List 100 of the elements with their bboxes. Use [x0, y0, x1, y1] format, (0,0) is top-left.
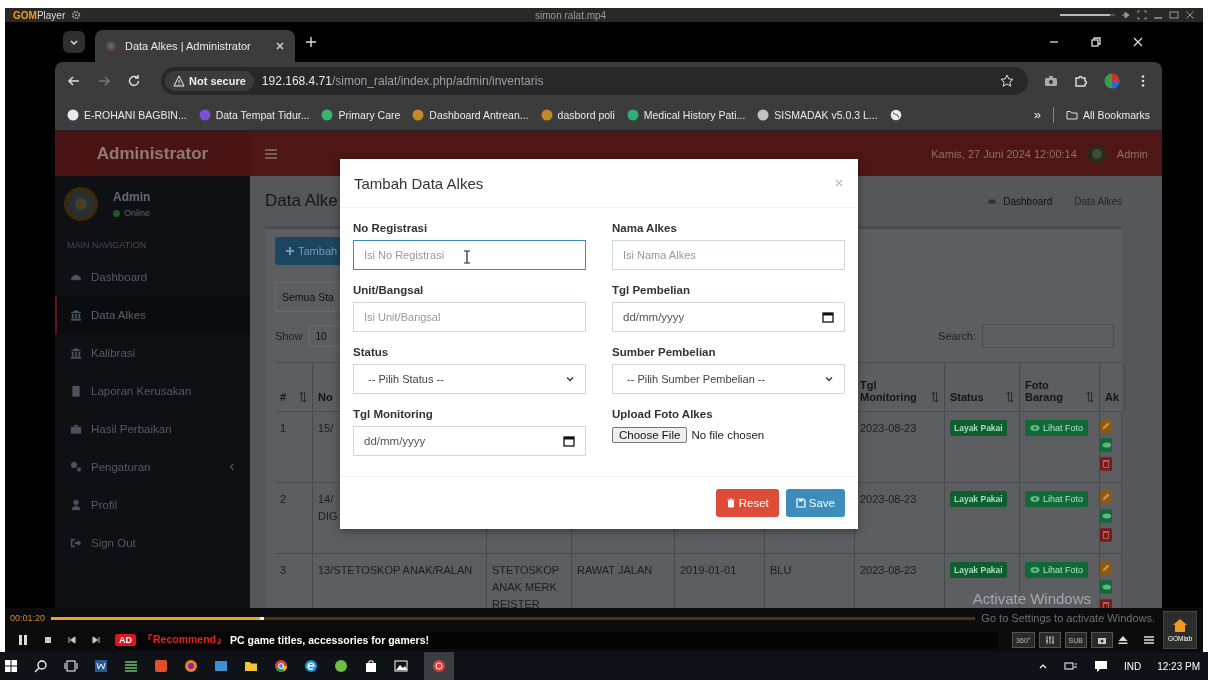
player-task-button[interactable] [424, 652, 454, 680]
star-icon[interactable] [1000, 73, 1014, 88]
nav-item[interactable]: Dashboard [55, 258, 250, 296]
security-badge[interactable]: Not secure [165, 70, 254, 91]
nav-item[interactable]: Profil [55, 486, 250, 524]
store-icon[interactable] [364, 659, 378, 673]
menu-icon[interactable] [1143, 634, 1155, 646]
column-header[interactable]: Foto Barang [1025, 379, 1086, 403]
folder-icon[interactable] [244, 659, 258, 673]
previous-icon[interactable] [67, 635, 77, 645]
camera-icon[interactable] [1044, 73, 1058, 88]
back-icon[interactable] [67, 73, 81, 88]
app-icon[interactable] [334, 659, 348, 673]
date-input[interactable]: dd/mm/yyyy [353, 426, 586, 456]
column-header[interactable]: # [280, 391, 287, 403]
column-header[interactable]: Ak [1105, 391, 1120, 403]
network-icon[interactable] [1063, 659, 1078, 673]
chrome-icon[interactable] [274, 659, 288, 673]
bookmark-item[interactable]: Data Tempat Tidur... [198, 108, 310, 121]
view-photo-button[interactable]: Lihat Foto [1025, 562, 1089, 578]
stop-icon[interactable] [43, 635, 53, 645]
column-header[interactable]: Tgl Monitoring [860, 379, 931, 403]
nav-item[interactable]: Kalibrasi [55, 334, 250, 372]
windows-start-icon[interactable] [4, 659, 18, 673]
profile-avatar[interactable] [1104, 72, 1120, 89]
bookmark-item[interactable]: Primary Care [321, 108, 401, 121]
browser-app-icon[interactable] [184, 659, 198, 673]
pause-icon[interactable] [17, 634, 29, 646]
seek-bar[interactable] [51, 616, 976, 620]
avatar-icon [63, 186, 99, 222]
breadcrumb-link[interactable]: Dashboard [1003, 195, 1053, 207]
nav-item[interactable]: Laporan Kerusakan [55, 372, 250, 410]
edge-icon[interactable] [304, 659, 318, 673]
next-icon[interactable] [91, 635, 101, 645]
app-brand[interactable]: Administrator [55, 131, 250, 176]
nav-item[interactable]: Data Alkes [55, 296, 250, 334]
bookmark-item[interactable]: Medical History Pati... [626, 108, 746, 121]
search-icon[interactable] [34, 659, 48, 673]
date-input[interactable]: dd/mm/yyyy [612, 302, 845, 332]
view-photo-button[interactable]: Lihat Foto [1025, 420, 1089, 436]
nav-item[interactable]: Sign Out [55, 524, 250, 562]
reset-button[interactable]: Reset [715, 489, 779, 517]
status-filter[interactable]: Semua Sta [275, 282, 340, 312]
new-tab-icon[interactable] [305, 36, 317, 48]
maximize-icon[interactable] [1169, 10, 1179, 20]
warning-icon [173, 74, 185, 87]
screenshot-button[interactable] [1091, 632, 1113, 648]
tab-search-button[interactable] [63, 31, 85, 53]
eye-icon [1030, 565, 1040, 575]
equalizer-button[interactable] [1038, 632, 1061, 648]
eye-icon[interactable] [1100, 508, 1112, 524]
settings-icon[interactable] [71, 10, 82, 20]
address-bar[interactable]: Not secure 192.168.4.71/simon_ralat/index.php/admin/inventaris [161, 66, 1028, 95]
table-cell-text: 2023-08-23 [860, 421, 918, 436]
clock[interactable]: 12:23 PM [1157, 660, 1200, 672]
bookmark-item[interactable]: Dashboard Antrean... [412, 108, 529, 121]
globe-icon[interactable] [889, 108, 902, 121]
calendar-icon[interactable] [563, 435, 575, 447]
nav-item[interactable]: Hasil Perbaikan [55, 410, 250, 448]
notification-icon[interactable] [1093, 659, 1108, 673]
eye-icon[interactable] [1100, 579, 1112, 595]
text-input[interactable]: Isi No Registrasi [353, 240, 586, 270]
chevron-down-icon [69, 37, 79, 47]
select-input[interactable]: -- Pilih Sumber Pembelian -- [612, 364, 845, 394]
user-name[interactable]: Admin [1116, 147, 1148, 160]
fullscreen-icon[interactable] [1137, 10, 1147, 20]
app-icon[interactable] [154, 659, 168, 673]
text-cursor-icon [463, 250, 471, 264]
language-indicator[interactable]: IND [1123, 660, 1142, 672]
app-icon[interactable] [214, 659, 228, 673]
bookmark-item[interactable]: SISMADAK v5.0.3 L... [757, 108, 878, 121]
trash-icon [725, 498, 736, 508]
reload-icon[interactable] [127, 73, 141, 88]
eye-icon[interactable] [1100, 437, 1112, 453]
select-input[interactable]: -- Pilih Status -- [353, 364, 586, 394]
show-label: Show [275, 330, 303, 342]
column-header[interactable]: Status [950, 391, 984, 403]
choose-file-button[interactable]: Choose File [612, 427, 688, 443]
bookmark-item[interactable]: dasbord poli [540, 108, 615, 121]
list-app-icon[interactable] [124, 659, 138, 673]
eject-icon[interactable] [1117, 634, 1129, 646]
save-button[interactable]: Save [785, 489, 845, 517]
document-app-icon[interactable] [94, 659, 108, 673]
calendar-icon[interactable] [822, 311, 834, 323]
table-cell-text: 3 [280, 563, 288, 578]
ad-banner[interactable]: AD 『Recommend』 PC game titles, accessories for gamers! [115, 631, 999, 649]
browser-tab[interactable]: Data Alkes | Administrator [95, 30, 295, 62]
field-label: No Registrasi [353, 222, 429, 234]
extensions-icon[interactable] [1074, 73, 1088, 88]
all-bookmarks-button[interactable]: All Bookmarks [1065, 108, 1150, 121]
restore-icon[interactable] [1090, 36, 1102, 48]
photos-icon[interactable] [394, 659, 408, 673]
task-view-icon[interactable] [64, 659, 78, 673]
forward-icon[interactable] [97, 73, 111, 88]
view-photo-button[interactable]: Lihat Foto [1025, 491, 1089, 507]
column-header[interactable]: No [318, 391, 333, 403]
bookmark-item[interactable]: E-ROHANI BAGBIN... [67, 108, 187, 121]
tab-title: Data Alkes | Administrator [125, 40, 252, 52]
more-bookmarks-button[interactable]: » [1033, 107, 1041, 122]
nav-item[interactable]: Pengaturan [55, 448, 250, 486]
